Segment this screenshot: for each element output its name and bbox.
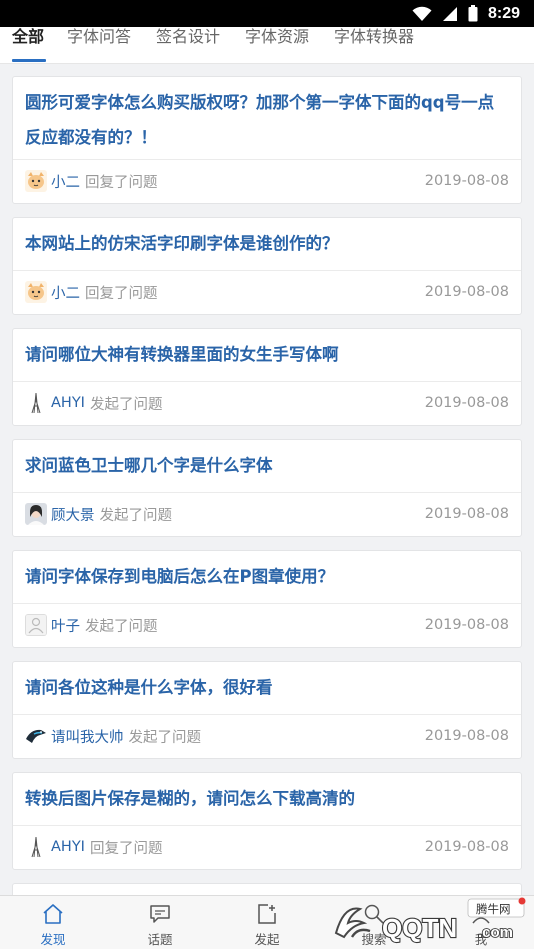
question-title[interactable]: 请问字体保存到电脑后怎么在P图章使用？ bbox=[25, 559, 509, 594]
portrait-avatar-icon[interactable] bbox=[25, 503, 47, 525]
question-card[interactable]: 求问蓝色卫士哪几个字是什么字体 顾大景 发起了问题 2019-08-08 bbox=[12, 439, 522, 537]
category-tab-bar: 全部 字体问答 签名设计 字体资源 字体转换器 bbox=[0, 27, 534, 64]
divider bbox=[13, 603, 521, 604]
tab-font-qa[interactable]: 字体问答 bbox=[67, 27, 131, 64]
active-tab-indicator bbox=[12, 59, 46, 62]
question-meta: AHYI 回复了问题 2019-08-08 bbox=[25, 835, 509, 859]
username-link[interactable]: 小二 bbox=[51, 282, 80, 303]
question-card[interactable]: 请问哪位大神有转换器里面的女生手写体啊 AHYI 发起了问题 2019-08-0… bbox=[12, 328, 522, 426]
question-title[interactable]: 本网站上的仿宋活字印刷字体是谁创作的？ bbox=[25, 226, 509, 261]
cat-avatar-icon[interactable] bbox=[25, 281, 47, 303]
nav-discover[interactable]: 发现 bbox=[23, 902, 83, 948]
nav-topics[interactable]: 话题 bbox=[130, 902, 190, 948]
username-link[interactable]: 请叫我大帅 bbox=[51, 726, 124, 747]
default-avatar-icon[interactable] bbox=[25, 614, 47, 636]
question-meta: 叶子 发起了问题 2019-08-08 bbox=[25, 613, 509, 637]
question-meta: 请叫我大帅 发起了问题 2019-08-08 bbox=[25, 724, 509, 748]
action-text: 发起了问题 bbox=[128, 729, 202, 746]
tab-font-converter[interactable]: 字体转换器 bbox=[334, 27, 414, 64]
divider bbox=[13, 270, 521, 271]
action-text: 回复了问题 bbox=[85, 285, 158, 302]
username-link[interactable]: AHYI bbox=[51, 395, 85, 411]
divider bbox=[13, 381, 521, 382]
question-card[interactable]: 本网站上的仿宋活字印刷字体是谁创作的？ 小二 回复了问题 2019-08-08 bbox=[12, 217, 522, 315]
action-text: 回复了问题 bbox=[89, 840, 163, 857]
question-meta: AHYI 发起了问题 2019-08-08 bbox=[25, 391, 509, 415]
tower-avatar-icon[interactable] bbox=[25, 836, 47, 858]
tab-signature-design[interactable]: 签名设计 bbox=[156, 27, 220, 64]
username-link[interactable]: 叶子 bbox=[51, 615, 80, 636]
compose-icon bbox=[258, 904, 276, 924]
post-date: 2019-08-08 bbox=[424, 395, 509, 411]
svg-text:腾牛网: 腾牛网 bbox=[476, 902, 511, 916]
question-card[interactable]: 请问各位这种是什么字体，很好看 请叫我大帅 发起了问题 2019-08-08 bbox=[12, 661, 522, 759]
question-meta: 小二 回复了问题 2019-08-08 bbox=[25, 169, 509, 193]
question-card[interactable]: 圆形可爱字体怎么购买版权呀？加那个第一字体下面的qq号一点反应都没有的？！ 小二… bbox=[12, 76, 522, 204]
battery-icon bbox=[468, 5, 478, 22]
nav-label: 话题 bbox=[147, 932, 173, 947]
status-bar: 8:29 bbox=[0, 0, 534, 27]
post-date: 2019-08-08 bbox=[424, 728, 509, 744]
signal-icon bbox=[442, 6, 457, 21]
question-card[interactable]: 转换后图片保存是糊的，请问怎么下载高清的 AHYI 回复了问题 2019-08-… bbox=[12, 772, 522, 870]
action-text: 发起了问题 bbox=[99, 507, 173, 524]
action-text: 发起了问题 bbox=[85, 618, 158, 635]
divider bbox=[13, 159, 521, 160]
question-meta: 小二 回复了问题 2019-08-08 bbox=[25, 280, 509, 304]
question-title[interactable]: 求问蓝色卫士哪几个字是什么字体 bbox=[25, 448, 509, 483]
question-card[interactable]: 请问字体保存到电脑后怎么在P图章使用？ 叶子 发起了问题 2019-08-08 bbox=[12, 550, 522, 648]
post-date: 2019-08-08 bbox=[424, 617, 509, 633]
nav-compose[interactable]: 发起 bbox=[237, 902, 297, 948]
question-meta: 顾大景 发起了问题 2019-08-08 bbox=[25, 502, 509, 526]
tab-font-resources[interactable]: 字体资源 bbox=[245, 27, 309, 64]
post-date: 2019-08-08 bbox=[424, 506, 509, 522]
post-date: 2019-08-08 bbox=[424, 173, 509, 189]
action-text: 回复了问题 bbox=[85, 174, 158, 191]
chat-icon bbox=[150, 905, 170, 923]
svg-text:.com: .com bbox=[478, 924, 513, 941]
bird-avatar-icon[interactable] bbox=[25, 725, 47, 747]
status-time: 8:29 bbox=[487, 4, 520, 22]
cat-avatar-icon[interactable] bbox=[25, 170, 47, 192]
svg-text:QQTN: QQTN bbox=[382, 913, 457, 943]
question-title[interactable]: 请问各位这种是什么字体，很好看 bbox=[25, 670, 509, 705]
username-link[interactable]: AHYI bbox=[51, 839, 85, 855]
divider bbox=[13, 825, 521, 826]
question-title[interactable]: 请问哪位大神有转换器里面的女生手写体啊 bbox=[25, 337, 509, 372]
tower-avatar-icon[interactable] bbox=[25, 392, 47, 414]
username-link[interactable]: 顾大景 bbox=[51, 504, 95, 525]
question-title[interactable]: 转换后图片保存是糊的，请问怎么下载高清的 bbox=[25, 781, 509, 816]
post-date: 2019-08-08 bbox=[424, 839, 509, 855]
question-title[interactable]: 圆形可爱字体怎么购买版权呀？加那个第一字体下面的qq号一点反应都没有的？！ bbox=[25, 85, 509, 155]
status-icons: 8:29 bbox=[412, 0, 520, 27]
post-date: 2019-08-08 bbox=[424, 284, 509, 300]
home-icon bbox=[43, 904, 63, 924]
divider bbox=[13, 492, 521, 493]
action-text: 发起了问题 bbox=[89, 396, 163, 413]
divider bbox=[13, 714, 521, 715]
nav-label: 发现 bbox=[40, 932, 66, 947]
qqtn-watermark-logo: QQTN .com 腾牛网 bbox=[330, 897, 530, 949]
username-link[interactable]: 小二 bbox=[51, 171, 80, 192]
nav-label: 发起 bbox=[254, 932, 280, 947]
wifi-icon bbox=[412, 6, 432, 21]
